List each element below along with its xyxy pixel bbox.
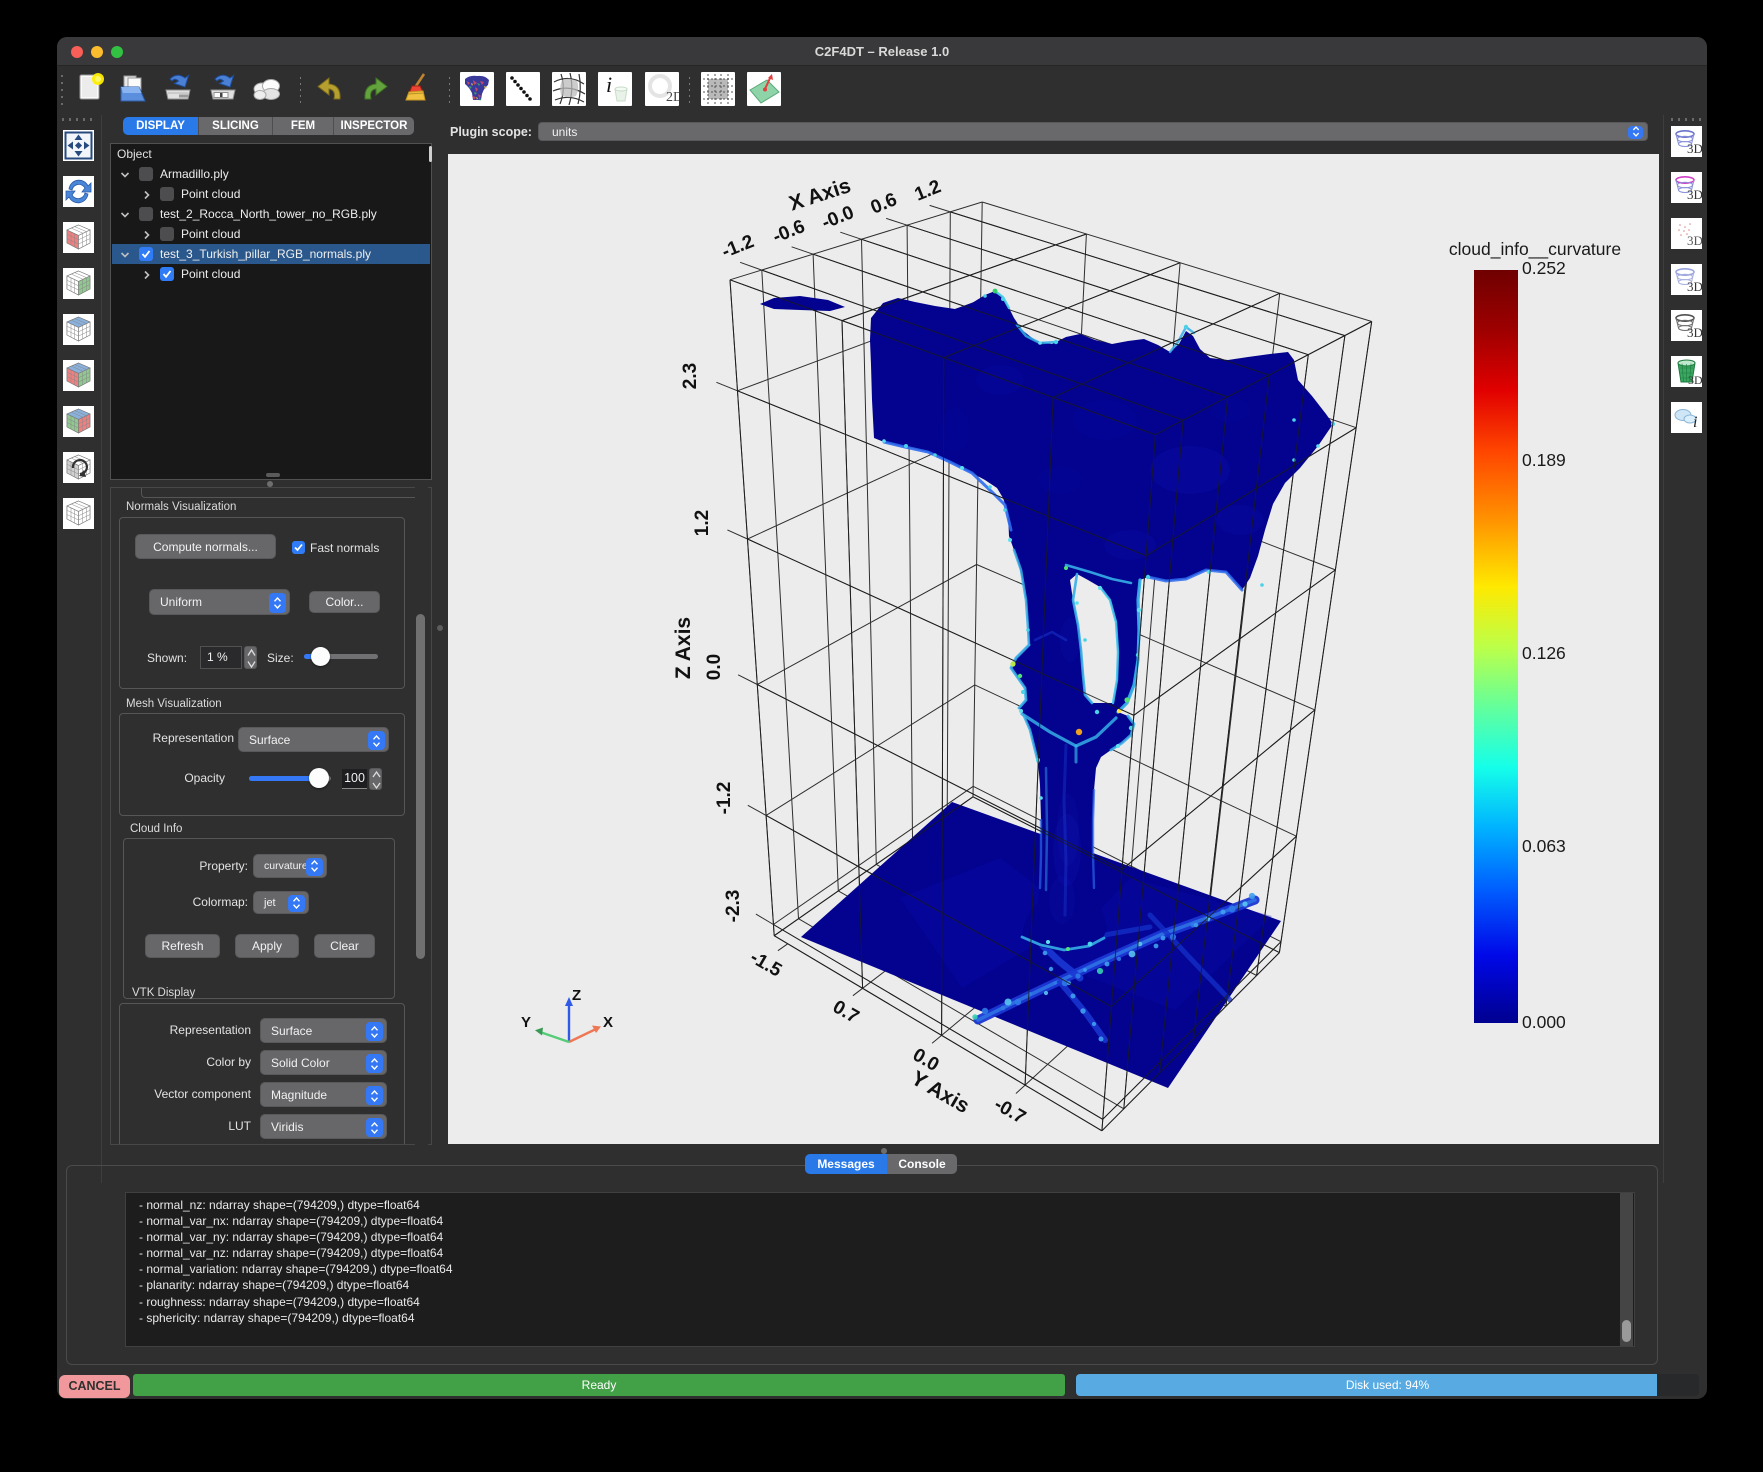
svg-text:0.000: 0.000 bbox=[1522, 1012, 1566, 1032]
svg-text:Z Axis: Z Axis bbox=[672, 617, 695, 679]
svg-text:1.2: 1.2 bbox=[692, 510, 713, 536]
svg-text:2.3: 2.3 bbox=[680, 363, 701, 389]
svg-text:3D: 3D bbox=[1687, 187, 1702, 202]
svg-text:0.063: 0.063 bbox=[1522, 836, 1566, 856]
svg-text:0.189: 0.189 bbox=[1522, 450, 1566, 470]
svg-text:3D: 3D bbox=[1687, 325, 1702, 340]
svg-text:Y: Y bbox=[521, 1014, 531, 1031]
svg-text:i: i bbox=[606, 72, 612, 97]
svg-text:3D: 3D bbox=[1687, 279, 1702, 294]
svg-text:Z: Z bbox=[572, 987, 581, 1004]
svg-text:3D: 3D bbox=[1688, 373, 1702, 387]
svg-text:2D: 2D bbox=[666, 90, 679, 105]
svg-text:i: i bbox=[1693, 414, 1697, 431]
svg-text:X: X bbox=[603, 1014, 613, 1031]
svg-text:-1.2: -1.2 bbox=[714, 782, 735, 815]
svg-text:3D: 3D bbox=[1687, 141, 1702, 156]
svg-text:0.0: 0.0 bbox=[704, 654, 725, 680]
svg-text:cloud_info__curvature: cloud_info__curvature bbox=[1449, 239, 1621, 260]
svg-text:3D: 3D bbox=[1687, 233, 1702, 248]
svg-text:0.126: 0.126 bbox=[1522, 643, 1566, 663]
svg-text:-2.3: -2.3 bbox=[723, 890, 744, 923]
svg-text:0.252: 0.252 bbox=[1522, 258, 1566, 278]
